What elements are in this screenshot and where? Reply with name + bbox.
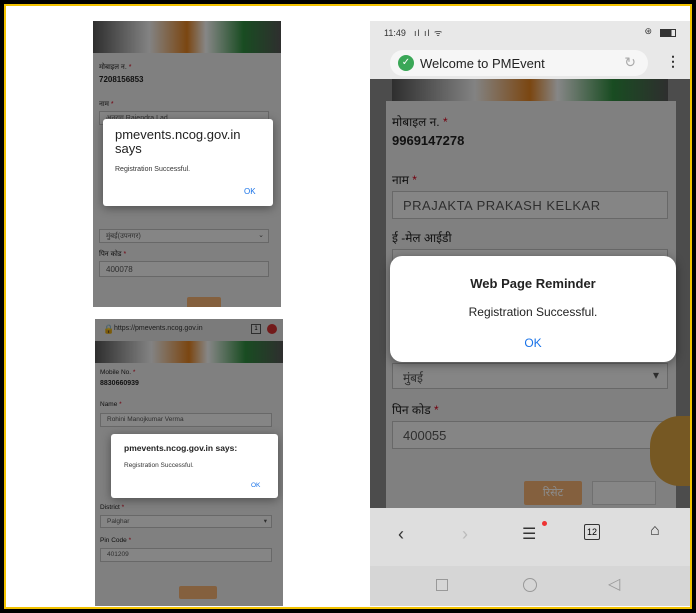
- alarm-icon: ⊛: [644, 26, 652, 36]
- dialog-message: Registration Successful.: [468, 305, 598, 319]
- status-bar: 11:49 ıl ıl ᯤ ⊛: [370, 21, 690, 45]
- system-nav-bar: ◁: [370, 566, 690, 606]
- browser-bottom-bar: ‹ › ☰ 12 ⌂: [370, 508, 690, 566]
- back-icon[interactable]: ‹: [398, 524, 404, 545]
- dialog-message: Registration Successful.: [124, 462, 194, 469]
- dialog-title: pmevents.ncog.gov.in says: [115, 127, 241, 156]
- address-bar: ✓ Welcome to PMEvent ↻ ⋮: [370, 45, 690, 79]
- ok-button[interactable]: OK: [251, 482, 260, 489]
- tabs-count-icon[interactable]: 12: [584, 524, 600, 540]
- more-menu-icon[interactable]: ⋮: [666, 53, 680, 70]
- alert-dialog: pmevents.ncog.gov.in says Registration S…: [103, 119, 273, 206]
- alert-dialog: pmevents.ncog.gov.in says: Registration …: [111, 434, 278, 498]
- dialog-title: Web Page Reminder: [470, 276, 596, 291]
- dialog-message: Registration Successful.: [115, 166, 191, 173]
- shield-check-icon: ✓: [398, 55, 414, 71]
- home-icon[interactable]: ⌂: [650, 522, 660, 540]
- screenshot-hindi-form: मोबाइल न. * 7208156853 नाम * अनुराग Raje…: [93, 21, 281, 307]
- home-nav-icon[interactable]: [523, 578, 537, 592]
- reminder-dialog: Web Page Reminder Registration Successfu…: [390, 256, 676, 362]
- notification-dot-icon: [542, 521, 547, 526]
- tab-title: Welcome to PMEvent: [420, 56, 545, 71]
- back-nav-icon[interactable]: ◁: [608, 574, 620, 594]
- ok-button[interactable]: OK: [390, 336, 676, 350]
- collage-frame: मोबाइल न. * 7208156853 नाम * अनुराग Raje…: [4, 4, 692, 609]
- screenshot-english-form: 🔒 https://pmevents.ncog.gov.in 1 Mobile …: [95, 319, 283, 606]
- ok-button[interactable]: OK: [244, 187, 256, 196]
- dialog-title: pmevents.ncog.gov.in says:: [124, 443, 238, 453]
- recents-icon[interactable]: [436, 579, 448, 591]
- forward-icon[interactable]: ›: [462, 524, 468, 545]
- menu-icon[interactable]: ☰: [522, 524, 536, 544]
- battery-icon: [660, 29, 676, 37]
- tab-title-pill[interactable]: ✓ Welcome to PMEvent ↻: [390, 50, 648, 76]
- screenshot-phone-form: 11:49 ıl ıl ᯤ ⊛ ✓ Welcome to PMEvent ↻ ⋮…: [370, 21, 690, 606]
- reload-icon[interactable]: ↻: [624, 54, 636, 71]
- status-time: 11:49: [384, 28, 406, 38]
- signal-wifi-icon: ıl ıl ᯤ: [414, 28, 444, 38]
